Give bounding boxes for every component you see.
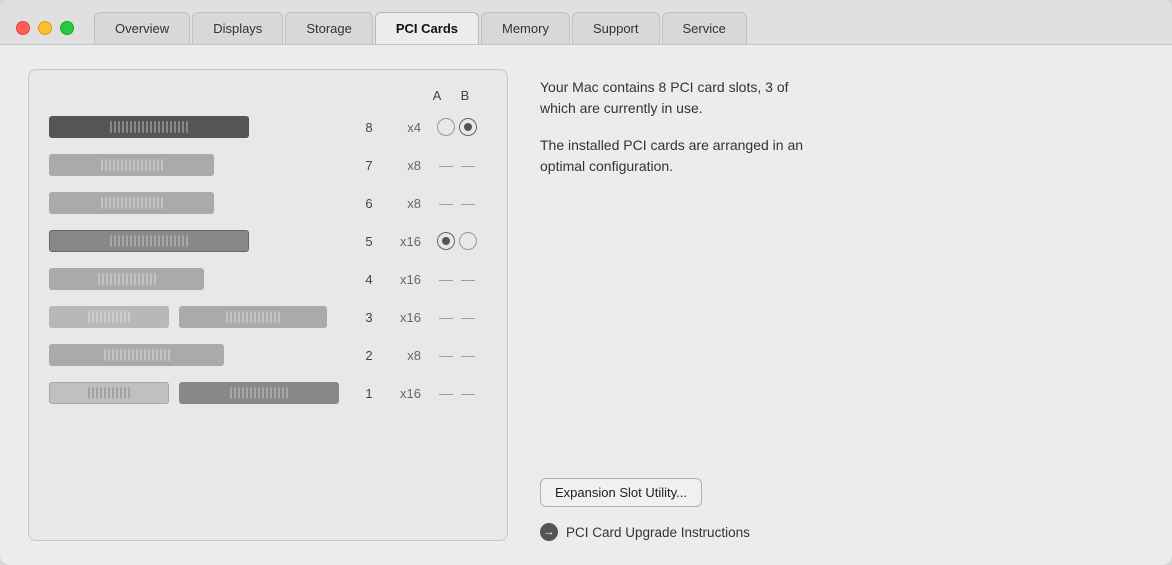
slot-bar-3a	[49, 306, 169, 328]
slot-4-dash-b: —	[459, 271, 477, 287]
slot-5-radio-a[interactable]	[437, 232, 455, 250]
slot-7-dash-a: —	[437, 157, 455, 173]
slot-bar-8	[49, 116, 249, 138]
slot-bars-2	[49, 344, 355, 366]
slot-indicators-2: — —	[427, 347, 487, 363]
slot-bar-1b	[179, 382, 339, 404]
slot-bar-4	[49, 268, 204, 290]
slot-indicators-3: — —	[427, 309, 487, 325]
content-area: A B 8 x4	[0, 45, 1172, 565]
arrow-circle-icon	[540, 523, 558, 541]
window: Overview Displays Storage PCI Cards Memo…	[0, 0, 1172, 565]
tab-pci-cards[interactable]: PCI Cards	[375, 12, 479, 44]
slot-bars-7	[49, 154, 355, 176]
slot-speed-7: x8	[383, 158, 421, 173]
slot-7-dash-b: —	[459, 157, 477, 173]
titlebar: Overview Displays Storage PCI Cards Memo…	[0, 0, 1172, 45]
slot-bars-5	[49, 230, 355, 252]
slot-1-dash-b: —	[459, 385, 477, 401]
slot-bar-7	[49, 154, 214, 176]
slot-row-6: 6 x8 — —	[49, 185, 487, 221]
tab-service[interactable]: Service	[662, 12, 747, 44]
slot-8-radio-b[interactable]	[459, 118, 477, 136]
slot-bars-8	[49, 116, 355, 138]
slot-3-dash-b: —	[459, 309, 477, 325]
slot-num-1: 1	[355, 386, 383, 401]
slot-1-dash-a: —	[437, 385, 455, 401]
slot-speed-3: x16	[383, 310, 421, 325]
zoom-button[interactable]	[60, 21, 74, 35]
upgrade-instructions-link[interactable]: PCI Card Upgrade Instructions	[540, 523, 1144, 541]
slot-speed-8: x4	[383, 120, 421, 135]
slot-indicators-7: — —	[427, 157, 487, 173]
slot-speed-6: x8	[383, 196, 421, 211]
tab-bar: Overview Displays Storage PCI Cards Memo…	[94, 12, 749, 44]
minimize-button[interactable]	[38, 21, 52, 35]
col-a-header: A	[423, 88, 451, 103]
slot-row-8: 8 x4	[49, 109, 487, 145]
slot-row-3: 3 x16 — —	[49, 299, 487, 335]
slot-row-4: 4 x16 — —	[49, 261, 487, 297]
slot-indicators-8	[427, 118, 487, 136]
slot-indicators-1: — —	[427, 385, 487, 401]
slot-bars-3	[49, 306, 355, 328]
slot-bar-3b	[179, 306, 327, 328]
upgrade-instructions-label: PCI Card Upgrade Instructions	[566, 525, 750, 540]
slot-speed-4: x16	[383, 272, 421, 287]
info-panel: Your Mac contains 8 PCI card slots, 3 of…	[540, 69, 1144, 541]
slot-indicators-6: — —	[427, 195, 487, 211]
slot-bar-6	[49, 192, 214, 214]
slot-5-radio-b[interactable]	[459, 232, 477, 250]
slot-num-3: 3	[355, 310, 383, 325]
slot-bars-4	[49, 268, 355, 290]
info-line2: The installed PCI cards are arranged in …	[540, 135, 1144, 177]
slot-2-dash-b: —	[459, 347, 477, 363]
slot-bar-5	[49, 230, 249, 252]
slot-speed-2: x8	[383, 348, 421, 363]
slot-8-radio-a[interactable]	[437, 118, 455, 136]
column-headers: A B	[49, 88, 487, 103]
tab-displays[interactable]: Displays	[192, 12, 283, 44]
info-line1: Your Mac contains 8 PCI card slots, 3 of…	[540, 77, 1144, 119]
slot-2-dash-a: —	[437, 347, 455, 363]
slot-num-8: 8	[355, 120, 383, 135]
slot-row-7: 7 x8 — —	[49, 147, 487, 183]
slot-6-dash-a: —	[437, 195, 455, 211]
slot-row-5: 5 x16	[49, 223, 487, 259]
close-button[interactable]	[16, 21, 30, 35]
slot-bars-6	[49, 192, 355, 214]
pci-slot-diagram: A B 8 x4	[28, 69, 508, 541]
slot-4-dash-a: —	[437, 271, 455, 287]
slot-num-6: 6	[355, 196, 383, 211]
slot-indicators-4: — —	[427, 271, 487, 287]
slot-num-4: 4	[355, 272, 383, 287]
tab-support[interactable]: Support	[572, 12, 660, 44]
slot-bar-2	[49, 344, 224, 366]
col-b-header: B	[451, 88, 479, 103]
slot-speed-5: x16	[383, 234, 421, 249]
tab-storage[interactable]: Storage	[285, 12, 373, 44]
slot-speed-1: x16	[383, 386, 421, 401]
slot-row-2: 2 x8 — —	[49, 337, 487, 373]
slot-num-5: 5	[355, 234, 383, 249]
slot-indicators-5	[427, 232, 487, 250]
slot-6-dash-b: —	[459, 195, 477, 211]
slot-bar-1a	[49, 382, 169, 404]
slot-bars-1	[49, 382, 355, 404]
expansion-slot-utility-button[interactable]: Expansion Slot Utility...	[540, 478, 702, 507]
slot-row-1: 1 x16 — —	[49, 375, 487, 411]
tab-overview[interactable]: Overview	[94, 12, 190, 44]
tab-memory[interactable]: Memory	[481, 12, 570, 44]
traffic-lights	[16, 21, 74, 35]
slot-num-2: 2	[355, 348, 383, 363]
slot-num-7: 7	[355, 158, 383, 173]
slot-3-dash-a: —	[437, 309, 455, 325]
